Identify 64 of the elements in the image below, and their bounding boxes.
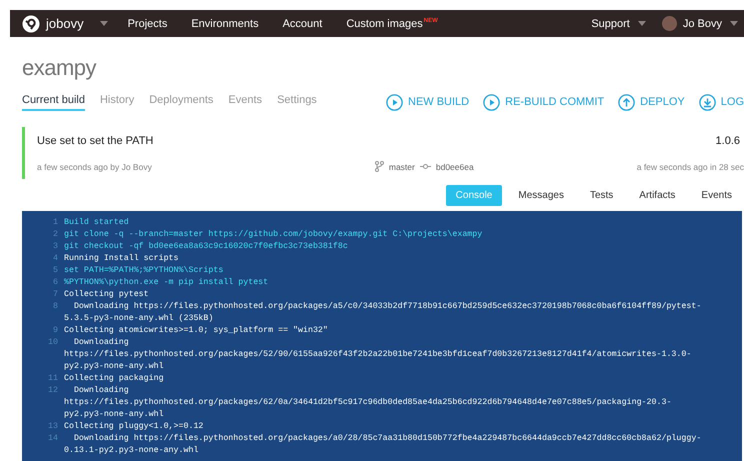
console-line: Collecting pluggy<1.0,>=0.12 [64, 421, 204, 433]
commit-hash[interactable]: bd0ee6ea [436, 162, 474, 172]
console-line: Collecting atomicwrites>=1.0; sys_platform == "win32" [64, 325, 328, 337]
nav-link[interactable]: Environments [191, 18, 259, 30]
build-version: 1.0.6 [716, 135, 741, 147]
line-number: 3 [52, 241, 59, 253]
console-line: Build started [64, 217, 129, 229]
line-number: 4 [52, 253, 59, 265]
commit-message: Use set to set the PATH [37, 135, 154, 147]
console-line: https://files.pythonhosted.org/packages/62/0a/34641d2bf5c917c96db0ded85ae4da25b6cd922d6b794648d4e7e07c88e5/packaging-20.3- [64, 397, 672, 409]
line-number: 10 [47, 337, 59, 349]
line-number: 2 [52, 229, 59, 241]
console-tab[interactable]: Artifacts [629, 185, 686, 206]
nav-link[interactable]: Projects [128, 18, 168, 30]
console-line: Downloading [72, 337, 130, 349]
console-tab[interactable]: Events [691, 185, 742, 206]
console-line: Downloading https://files.pythonhosted.org/packages/a0/28/85c7aa31b80d150b772fbe4a229487bc6644da9ccb7e427dd8cc60cb8a62/pluggy- [72, 433, 702, 445]
line-number: 7 [52, 289, 59, 301]
caret-icon [100, 21, 108, 26]
commit-icon [420, 163, 431, 170]
nav-link[interactable]: Account [282, 18, 322, 30]
play-icon [483, 94, 500, 110]
console-line: Downloading [72, 385, 130, 397]
account-switcher[interactable]: jobovy [46, 16, 84, 31]
tab[interactable]: Current build [22, 94, 85, 110]
caret-icon [638, 21, 646, 26]
console-line: 0.13.1-py2.py3-none-any.whl [64, 445, 200, 457]
console-line: git checkout -qf bd0ee6ea8a63c9c16020c7f0efbc3c73eb381f8c [64, 241, 348, 253]
console-line: 5.3.5-py3-none-any.whl (235kB) [64, 313, 214, 325]
caret-icon [730, 21, 738, 26]
build-duration: a few seconds ago in 28 sec [636, 162, 744, 172]
console-line: %PYTHON%\python.exe -m pip install pytest [64, 277, 268, 289]
console-tab[interactable]: Messages [508, 185, 574, 206]
line-number: 12 [47, 385, 59, 397]
console-line: Collecting packaging [64, 373, 164, 385]
console-line: Running Install scripts [64, 253, 179, 265]
line-number: 6 [52, 277, 59, 289]
console-line: Downloading https://files.pythonhosted.org/packages/a5/c0/34033b2df7718b91c667bd259d5ce632ec3720198b7068c0ba6f6104ff89/pytest- [72, 301, 702, 313]
logo-icon[interactable] [22, 14, 40, 32]
support-menu[interactable]: Support [591, 18, 630, 30]
line-number: 9 [52, 325, 59, 337]
avatar[interactable] [662, 16, 677, 31]
console-line: Collecting pytest [64, 289, 149, 301]
line-number: 11 [47, 373, 59, 385]
console-line: https://files.pythonhosted.org/packages/52/90/6155aa926f43f2b2a22b01be7241be3bfd1ceaf7d0b3267213e8127d41f4/atomicwrites-1.3.0- [64, 349, 692, 361]
branch-icon [374, 161, 384, 172]
console-tab[interactable]: Tests [580, 185, 624, 206]
line-number: 5 [52, 265, 59, 277]
nav-link[interactable]: Custom images$^{NEW}$ [346, 18, 438, 30]
download-icon [698, 94, 716, 110]
line-number: 14 [47, 433, 59, 445]
line-number: 13 [47, 421, 59, 433]
console-line: py2.py3-none-any.whl [64, 361, 165, 373]
line-number: 8 [52, 301, 59, 313]
user-menu[interactable]: Jo Bovy [682, 18, 722, 30]
line-number: 1 [52, 217, 59, 229]
branch-name[interactable]: master [388, 162, 415, 172]
upload-icon [618, 94, 636, 110]
console-line: py2.py3-none-any.whl [64, 409, 165, 421]
console-line: git clone -q --branch=master https://github.com/jobovy/exampy.git C:\projects\exampy [64, 229, 482, 241]
project-title: exampy [22, 55, 98, 81]
console-line: set PATH=%PATH%;%PYTHON%\Scripts [64, 265, 224, 277]
build-author: a few seconds ago by Jo Bovy [37, 162, 152, 172]
play-icon [386, 94, 403, 110]
